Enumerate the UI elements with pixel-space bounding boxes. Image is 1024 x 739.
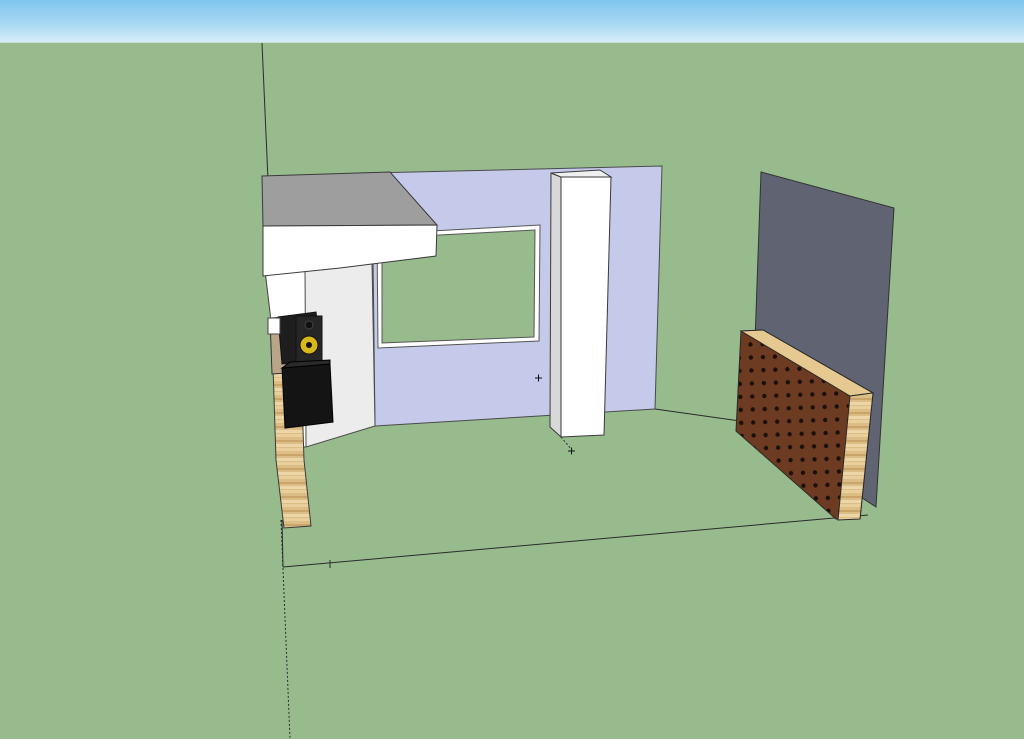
floor-edge-left bbox=[281, 519, 284, 568]
column-shadow-line bbox=[560, 436, 573, 451]
column-front bbox=[560, 176, 612, 438]
small-white-block bbox=[267, 317, 281, 335]
scene-canvas[interactable] bbox=[0, 0, 1024, 739]
floor-outline bbox=[282, 514, 869, 568]
model-viewport[interactable] bbox=[0, 0, 1024, 739]
crosshair-icon-2 bbox=[568, 447, 575, 455]
subwoofer bbox=[280, 359, 334, 429]
green-axis-line bbox=[261, 42, 269, 181]
column-side bbox=[549, 172, 562, 439]
floor-edge-right bbox=[654, 408, 741, 422]
